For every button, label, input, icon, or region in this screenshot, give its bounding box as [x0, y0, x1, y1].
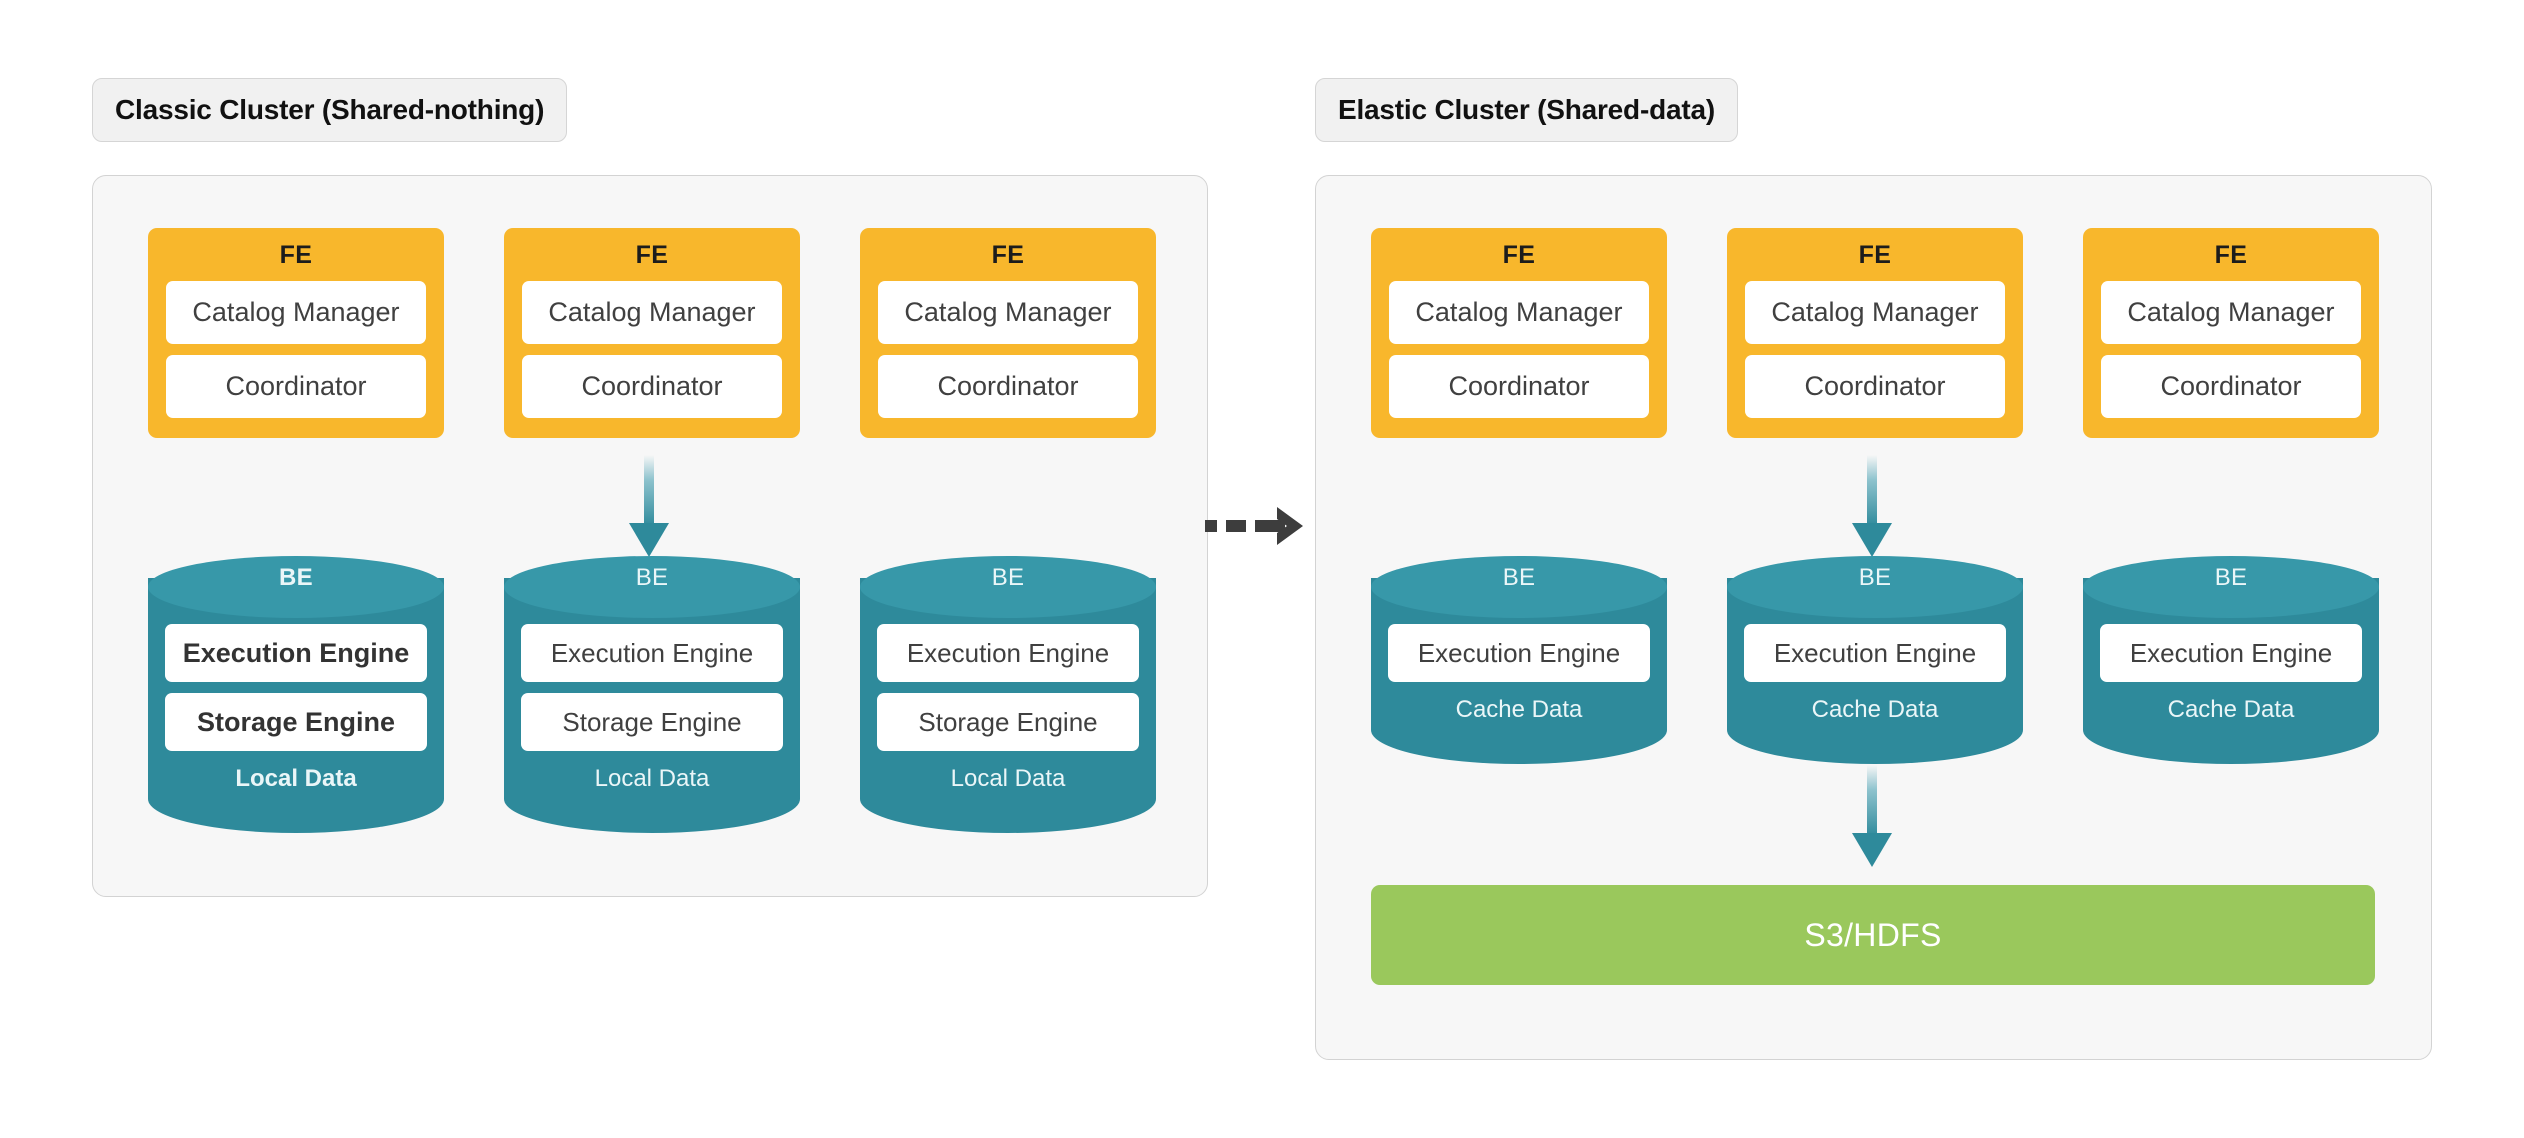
elastic-fe-row: FE Catalog Manager Coordinator FE Catalo… [1371, 228, 2379, 438]
fe-coordinator: Coordinator [166, 355, 426, 418]
classic-be-row: BE Execution Engine Storage Engine Local… [148, 556, 1156, 833]
be-execution-engine: Execution Engine [521, 624, 783, 682]
classic-cluster-title: Classic Cluster (Shared-nothing) [92, 78, 568, 142]
be-data-label: Local Data [594, 765, 710, 792]
fe-coordinator: Coordinator [1745, 355, 2005, 418]
be-storage-engine: Storage Engine [165, 693, 427, 751]
elastic-fe-to-be-arrow [1852, 455, 1892, 557]
elastic-cluster-title: Elastic Cluster (Shared-data) [1315, 78, 1738, 142]
be-node-header: BE [279, 564, 313, 591]
cluster-transition-dashed-arrow-icon [1205, 507, 1303, 545]
fe-catalog-manager: Catalog Manager [2101, 281, 2361, 344]
classic-fe-node-3[interactable]: FE Catalog Manager Coordinator [860, 228, 1156, 438]
be-execution-engine: Execution Engine [1744, 624, 2006, 682]
be-data-label: Cache Data [2167, 696, 2295, 723]
be-execution-engine: Execution Engine [877, 624, 1139, 682]
fe-node-header: FE [1502, 241, 1536, 269]
fe-coordinator: Coordinator [522, 355, 782, 418]
fe-node-header: FE [2214, 241, 2248, 269]
be-execution-engine: Execution Engine [2100, 624, 2362, 682]
classic-fe-to-be-arrow [629, 455, 669, 557]
fe-catalog-manager: Catalog Manager [1389, 281, 1649, 344]
classic-be-node-1[interactable]: BE Execution Engine Storage Engine Local… [148, 556, 444, 833]
be-cylinder-body: BE Execution Engine Storage Engine Local… [860, 556, 1156, 833]
fe-coordinator: Coordinator [2101, 355, 2361, 418]
be-node-header: BE [1502, 564, 1536, 591]
be-cylinder-body: BE Execution Engine Cache Data [2083, 556, 2379, 764]
be-cylinder-body: BE Execution Engine Storage Engine Local… [504, 556, 800, 833]
elastic-fe-node-3[interactable]: FE Catalog Manager Coordinator [2083, 228, 2379, 438]
fe-coordinator: Coordinator [878, 355, 1138, 418]
elastic-be-node-3[interactable]: BE Execution Engine Cache Data [2083, 556, 2379, 764]
classic-be-node-3[interactable]: BE Execution Engine Storage Engine Local… [860, 556, 1156, 833]
be-node-header: BE [991, 564, 1025, 591]
elastic-fe-node-1[interactable]: FE Catalog Manager Coordinator [1371, 228, 1667, 438]
be-execution-engine: Execution Engine [165, 624, 427, 682]
fe-node-header: FE [635, 241, 669, 269]
fe-node-header: FE [279, 241, 313, 269]
be-execution-engine: Execution Engine [1388, 624, 1650, 682]
classic-fe-node-2[interactable]: FE Catalog Manager Coordinator [504, 228, 800, 438]
elastic-be-to-storage-arrow [1852, 765, 1892, 867]
classic-fe-row: FE Catalog Manager Coordinator FE Catalo… [148, 228, 1156, 438]
be-cylinder-body: BE Execution Engine Cache Data [1371, 556, 1667, 764]
elastic-be-row: BE Execution Engine Cache Data BE Execut… [1371, 556, 2379, 764]
be-data-label: Local Data [235, 765, 357, 792]
fe-coordinator: Coordinator [1389, 355, 1649, 418]
fe-node-header: FE [991, 241, 1025, 269]
be-storage-engine: Storage Engine [877, 693, 1139, 751]
classic-be-node-2[interactable]: BE Execution Engine Storage Engine Local… [504, 556, 800, 833]
be-node-header: BE [1858, 564, 1892, 591]
elastic-shared-storage-box[interactable]: S3/HDFS [1371, 885, 2375, 985]
be-data-label: Cache Data [1455, 696, 1583, 723]
be-data-label: Local Data [950, 765, 1066, 792]
be-cylinder-body: BE Execution Engine Storage Engine Local… [148, 556, 444, 833]
fe-node-header: FE [1858, 241, 1892, 269]
be-node-header: BE [635, 564, 669, 591]
be-node-header: BE [2214, 564, 2248, 591]
elastic-be-node-2[interactable]: BE Execution Engine Cache Data [1727, 556, 2023, 764]
be-data-label: Cache Data [1811, 696, 1939, 723]
elastic-fe-node-2[interactable]: FE Catalog Manager Coordinator [1727, 228, 2023, 438]
classic-fe-node-1[interactable]: FE Catalog Manager Coordinator [148, 228, 444, 438]
elastic-be-node-1[interactable]: BE Execution Engine Cache Data [1371, 556, 1667, 764]
fe-catalog-manager: Catalog Manager [166, 281, 426, 344]
be-storage-engine: Storage Engine [521, 693, 783, 751]
be-cylinder-body: BE Execution Engine Cache Data [1727, 556, 2023, 764]
fe-catalog-manager: Catalog Manager [522, 281, 782, 344]
fe-catalog-manager: Catalog Manager [878, 281, 1138, 344]
storage-label: S3/HDFS [1804, 916, 1942, 953]
fe-catalog-manager: Catalog Manager [1745, 281, 2005, 344]
